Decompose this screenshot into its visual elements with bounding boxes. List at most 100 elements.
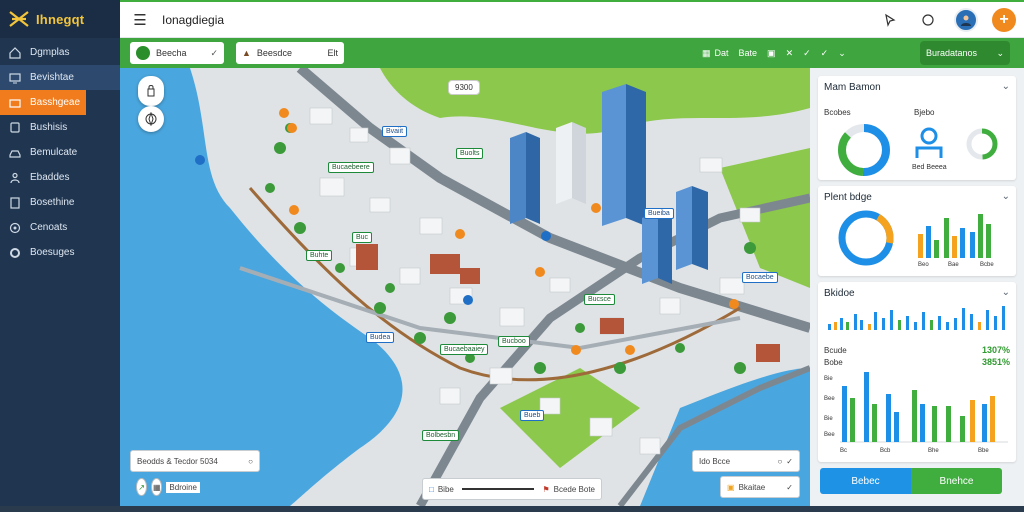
card-title: Bkidoe bbox=[824, 288, 855, 299]
chevron-down-icon[interactable]: ⌄ bbox=[838, 48, 846, 59]
check-square-icon: ▣ bbox=[727, 482, 735, 492]
person-icon bbox=[8, 171, 22, 185]
chevron-down-icon[interactable]: ⌄ bbox=[1002, 191, 1010, 202]
card-title: Mam Bamon bbox=[824, 82, 881, 93]
map-label[interactable]: Bucboo bbox=[498, 336, 530, 347]
compass-button[interactable] bbox=[138, 106, 164, 132]
menu-icon[interactable]: ☰ bbox=[128, 11, 152, 29]
car-icon bbox=[8, 146, 22, 160]
stat-value: 1307% bbox=[981, 345, 1010, 355]
x-tick: Bcb bbox=[880, 448, 891, 454]
cursor-icon[interactable] bbox=[878, 8, 902, 32]
map-label[interactable]: Bucaebaaiey bbox=[440, 344, 489, 355]
map-label[interactable]: Bocaebe bbox=[742, 272, 778, 283]
map-label[interactable]: Bucaebeere bbox=[328, 162, 374, 173]
lock-icon bbox=[147, 85, 155, 97]
sidebar-item-label: Ebaddes bbox=[30, 172, 70, 183]
trend-card: Bkidoe ⌄ Bcude 1307% Bobe 3851% Bie Bee … bbox=[818, 282, 1016, 462]
search-field-text: Ido Bcce bbox=[699, 456, 731, 466]
close-icon: ✓ bbox=[786, 456, 793, 466]
x-tick: Bbe bbox=[978, 448, 989, 454]
target-icon: ○ bbox=[248, 456, 253, 466]
search-button[interactable]: Beecha ✓ bbox=[130, 42, 224, 64]
sidebar-item-active[interactable]: Basshgeae bbox=[0, 90, 86, 115]
card-sub: Bed Beeea bbox=[912, 164, 947, 171]
ring-chart-icon bbox=[838, 210, 894, 266]
tool-dat-button[interactable]: ▦ Dat bbox=[702, 48, 729, 59]
chevron-down-icon[interactable]: ⌄ bbox=[1002, 287, 1010, 298]
bus-icon bbox=[8, 121, 22, 135]
add-button[interactable]: + bbox=[992, 8, 1016, 32]
tick-label: Beo bbox=[918, 262, 929, 268]
sidebar-item-layers[interactable]: Bosethine bbox=[0, 190, 120, 215]
sidebar-item-person[interactable]: Ebaddes bbox=[0, 165, 120, 190]
tick-label: Bae bbox=[948, 262, 959, 268]
donut-chart-icon bbox=[838, 124, 890, 176]
brand[interactable]: Ihnegqt bbox=[0, 0, 120, 38]
sidebar-item-label: Bevishtae bbox=[30, 72, 74, 83]
filter-icon: ▲ bbox=[242, 48, 251, 58]
sidebar-item-label: Cenoats bbox=[30, 222, 68, 233]
map-label[interactable]: Bolbesbn bbox=[422, 430, 460, 441]
y-tick: Bee bbox=[824, 432, 835, 438]
map-label[interactable]: Bueiba bbox=[644, 208, 674, 219]
check-icon: ✓ bbox=[786, 482, 793, 492]
apply-button[interactable]: ▣ Bkaitae ✓ bbox=[720, 476, 800, 498]
timeline-slider[interactable]: □ Bibe ⚑ Bcede Bote bbox=[422, 478, 602, 500]
close-icon[interactable]: ✕ bbox=[786, 48, 794, 59]
chat-icon[interactable] bbox=[916, 8, 940, 32]
top-bar: ☰ Ionagdiegia + bbox=[120, 0, 1024, 38]
check-icon[interactable]: ✓ bbox=[821, 48, 829, 59]
page-title: Ionagdiegia bbox=[162, 12, 225, 27]
location-input[interactable]: Beodds & Tecdor 5034 ○ bbox=[130, 450, 260, 472]
sidebar-item-monitor[interactable]: Bevishtae bbox=[0, 65, 120, 90]
target-icon: ○ bbox=[777, 456, 783, 466]
lock-button[interactable] bbox=[138, 76, 164, 106]
sidebar-item-bus[interactable]: Bushisis bbox=[0, 115, 120, 140]
sidebar-item-dashboard[interactable]: Dgmplas bbox=[0, 40, 120, 65]
sidebar-item-label: Basshgeae bbox=[30, 97, 81, 108]
tick-label: Bcbe bbox=[980, 262, 994, 268]
col-label: Bcobes bbox=[824, 108, 851, 117]
sidebar: Ihnegqt Dgmplas Bevishtae Basshgeae Bush… bbox=[0, 0, 120, 512]
avatar[interactable] bbox=[954, 8, 978, 32]
card-title: Plent bdge bbox=[824, 192, 872, 203]
pin-icon[interactable]: ✓ bbox=[803, 48, 811, 59]
route-button[interactable]: ↗ ▦ Bdroine bbox=[130, 476, 206, 498]
map-label[interactable]: Bucsce bbox=[584, 294, 615, 305]
sidebar-item-car[interactable]: Bemulcate bbox=[0, 140, 120, 165]
chevron-down-icon: ⌄ bbox=[996, 47, 1004, 58]
panel-dropdown-label: Buradatanos bbox=[926, 48, 978, 58]
home-icon bbox=[8, 46, 22, 60]
tool-bate-button[interactable]: Bate bbox=[739, 48, 758, 58]
toolbar: Beecha ✓ ▲ Beesdce Elt ▦ Dat Bate ▣ ✕ ✓ ✓… bbox=[120, 38, 1024, 68]
right-panel: Mam Bamon ⌄ Bcobes Bjebo Bed Beeea Plent… bbox=[810, 68, 1024, 506]
map-label[interactable]: Bvaiit bbox=[382, 126, 408, 137]
app-root: Ihnegqt Dgmplas Bevishtae Basshgeae Bush… bbox=[0, 0, 1024, 512]
chevron-down-icon[interactable]: ⌄ bbox=[1002, 81, 1010, 92]
timeline-track bbox=[461, 488, 535, 490]
primary-action-button[interactable]: Bebec bbox=[820, 468, 911, 494]
timeline-label: Bibe bbox=[437, 484, 454, 494]
sidebar-item-label: Boesuges bbox=[30, 247, 75, 258]
bar-mini-chart bbox=[918, 214, 991, 258]
search-field[interactable]: Ido Bcce ○ ✓ bbox=[692, 450, 800, 472]
sidebar-item-settings[interactable]: Boesuges bbox=[0, 240, 120, 265]
filter-button[interactable]: ▲ Beesdce Elt bbox=[236, 42, 344, 64]
map-label[interactable]: Buc bbox=[352, 232, 373, 243]
panel-dropdown[interactable]: Buradatanos ⌄ bbox=[920, 41, 1010, 65]
secondary-action-button[interactable]: Bnehce bbox=[911, 468, 1002, 494]
filter-count: Elt bbox=[327, 48, 338, 58]
map-label[interactable]: Buhte bbox=[306, 250, 333, 261]
city-map[interactable]: 9300 Bvaiit Bucaebeere Buolts Buc Bueiba… bbox=[120, 68, 810, 506]
brand-logo-icon bbox=[9, 11, 29, 27]
map-label[interactable]: Buolts bbox=[456, 148, 484, 159]
map-label[interactable]: Budea bbox=[366, 332, 395, 343]
save-icon[interactable]: ▣ bbox=[767, 48, 776, 59]
tool-label: Dat bbox=[714, 48, 729, 58]
price-tag[interactable]: 9300 bbox=[448, 80, 480, 95]
sidebar-nav: Dgmplas Bevishtae Basshgeae Bushisis Bem… bbox=[0, 38, 120, 265]
map-label[interactable]: Bueb bbox=[520, 410, 545, 421]
sidebar-item-label: Bushisis bbox=[30, 122, 68, 133]
sidebar-item-target[interactable]: Cenoats bbox=[0, 215, 120, 240]
